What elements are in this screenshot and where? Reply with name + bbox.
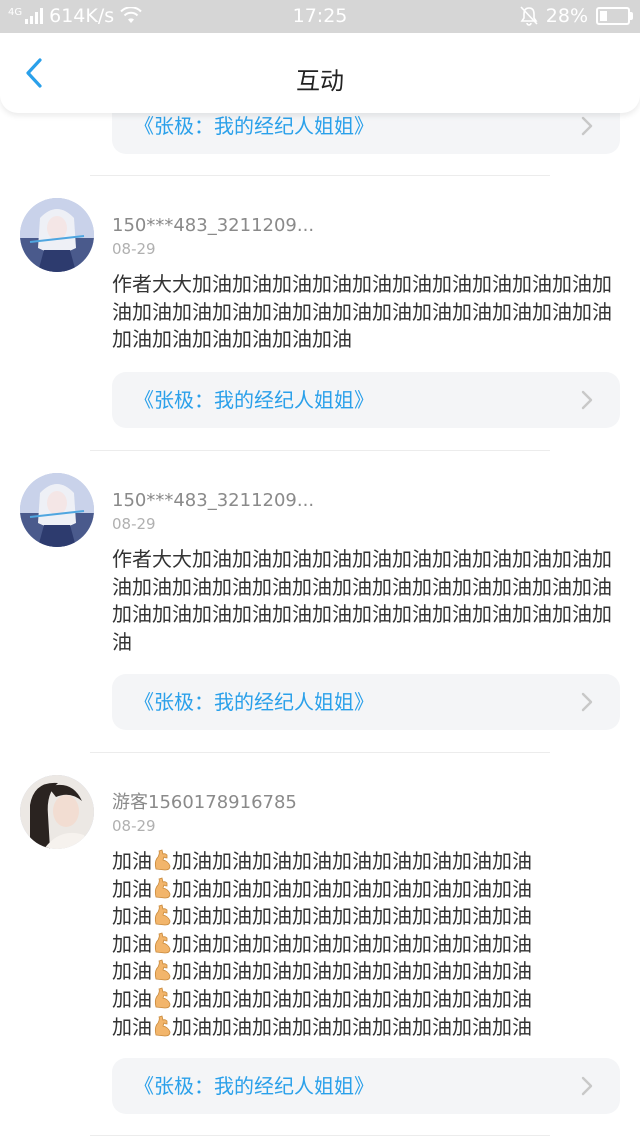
comment-username: 150***483_3211209... [112,490,315,511]
divider [90,450,550,451]
flexed-biceps-icon [152,849,172,871]
flexed-biceps-icon [152,877,172,899]
book-title-link[interactable]: 《张极：我的经纪人姐姐》 [134,674,374,730]
comment-date: 08-29 [112,240,156,258]
book-title-link[interactable]: 《张极：我的经纪人姐姐》 [134,372,374,428]
comment-line: 加油 加油加油加油加油加油加油加油加油加油 [112,903,620,931]
comment-line-text: 加油加油加油加油加油加油加油加油加油 [172,959,532,984]
anime-avatar-image [20,473,94,547]
comment-date: 08-29 [112,515,156,533]
status-right: 28% [520,5,633,27]
battery-level [600,11,608,21]
girl-avatar-image [20,775,94,849]
comment-line-text: 加油加油加油加油加油加油加油加油加油 [172,876,532,901]
page-title: 互动 [296,67,344,95]
battery-icon [596,7,633,25]
book-link-card[interactable]: 《张极：我的经纪人姐姐》 [112,1058,620,1114]
comment-line-text: 加油加油加油加油加油加油加油加油加油 [172,1014,532,1039]
comment-line: 加油 加油加油加油加油加油加油加油加油加油 [112,986,620,1014]
avatar[interactable] [20,775,94,849]
comment-line: 加油 加油加油加油加油加油加油加油加油加油 [112,958,620,986]
avatar[interactable] [20,473,94,547]
status-bar: 4G 614K/s 17:25 28% [0,0,640,33]
comment-date: 08-29 [112,817,156,835]
comment-line: 加油 加油加油加油加油加油加油加油加油加油 [112,1014,620,1042]
comment-line: 加油 加油加油加油加油加油加油加油加油加油 [112,848,620,876]
divider [90,1135,550,1136]
comment-line: 加油 加油加油加油加油加油加油加油加油加油 [112,876,620,904]
divider [90,175,550,176]
flexed-biceps-icon [152,904,172,926]
book-title-link[interactable]: 《张极：我的经纪人姐姐》 [134,1058,374,1114]
comment-line-text: 加油 [112,986,152,1011]
comment-line-text: 加油 [112,876,152,901]
comment-text: 加油 加油加油加油加油加油加油加油加油加油 加油 加油加油加油加油加油加油加油加油加油… [112,848,620,1041]
comment-line-text: 加油加油加油加油加油加油加油加油加油 [172,931,532,956]
comment-line-text: 加油 [112,849,152,873]
comment-username: 150***483_3211209... [112,215,315,236]
book-title-link[interactable]: 《张极：我的经纪人姐姐》 [134,113,374,154]
comment-line-text: 加油 [112,959,152,984]
comment-text: 作者大大加油加油加油加油加油加油加油加油加油加油加油加油加油加油加油加油加油加油… [112,547,612,654]
chevron-right-icon [581,390,593,410]
comment-text: 作者大大加油加油加油加油加油加油加油加油加油加油加油加油加油加油加油加油加油加油… [112,272,612,352]
book-link-card[interactable]: 《张极：我的经纪人姐姐》 [112,372,620,428]
chevron-right-icon [581,116,593,136]
top-nav-bar: 互动 [0,33,640,113]
comment-username: 游客1560178916785 [112,792,297,813]
flexed-biceps-icon [152,1015,172,1037]
comment-line-text: 加油 [112,1014,152,1039]
divider [90,752,550,753]
book-link-card[interactable]: 《张极：我的经纪人姐姐》 [112,113,620,154]
battery-percent: 28% [545,5,588,27]
flexed-biceps-icon [152,932,172,954]
book-link-card[interactable]: 《张极：我的经纪人姐姐》 [112,674,620,730]
comment-line-text: 加油加油加油加油加油加油加油加油加油 [172,986,532,1011]
avatar[interactable] [20,198,94,272]
comment-line: 加油 加油加油加油加油加油加油加油加油加油 [112,931,620,959]
bell-muted-icon [520,6,538,26]
comment-line-text: 加油加油加油加油加油加油加油加油加油 [172,849,532,873]
anime-avatar-image [20,198,94,272]
comment-line-text: 加油加油加油加油加油加油加油加油加油 [172,904,532,929]
flexed-biceps-icon [152,987,172,1009]
chevron-right-icon [581,1076,593,1096]
comment-line-text: 加油 [112,931,152,956]
comment-line-text: 加油 [112,904,152,929]
comment-feed[interactable]: 《张极：我的经纪人姐姐》 150***483_3211209... 08-29 … [0,113,640,1138]
flexed-biceps-icon [152,959,172,981]
chevron-right-icon [581,692,593,712]
